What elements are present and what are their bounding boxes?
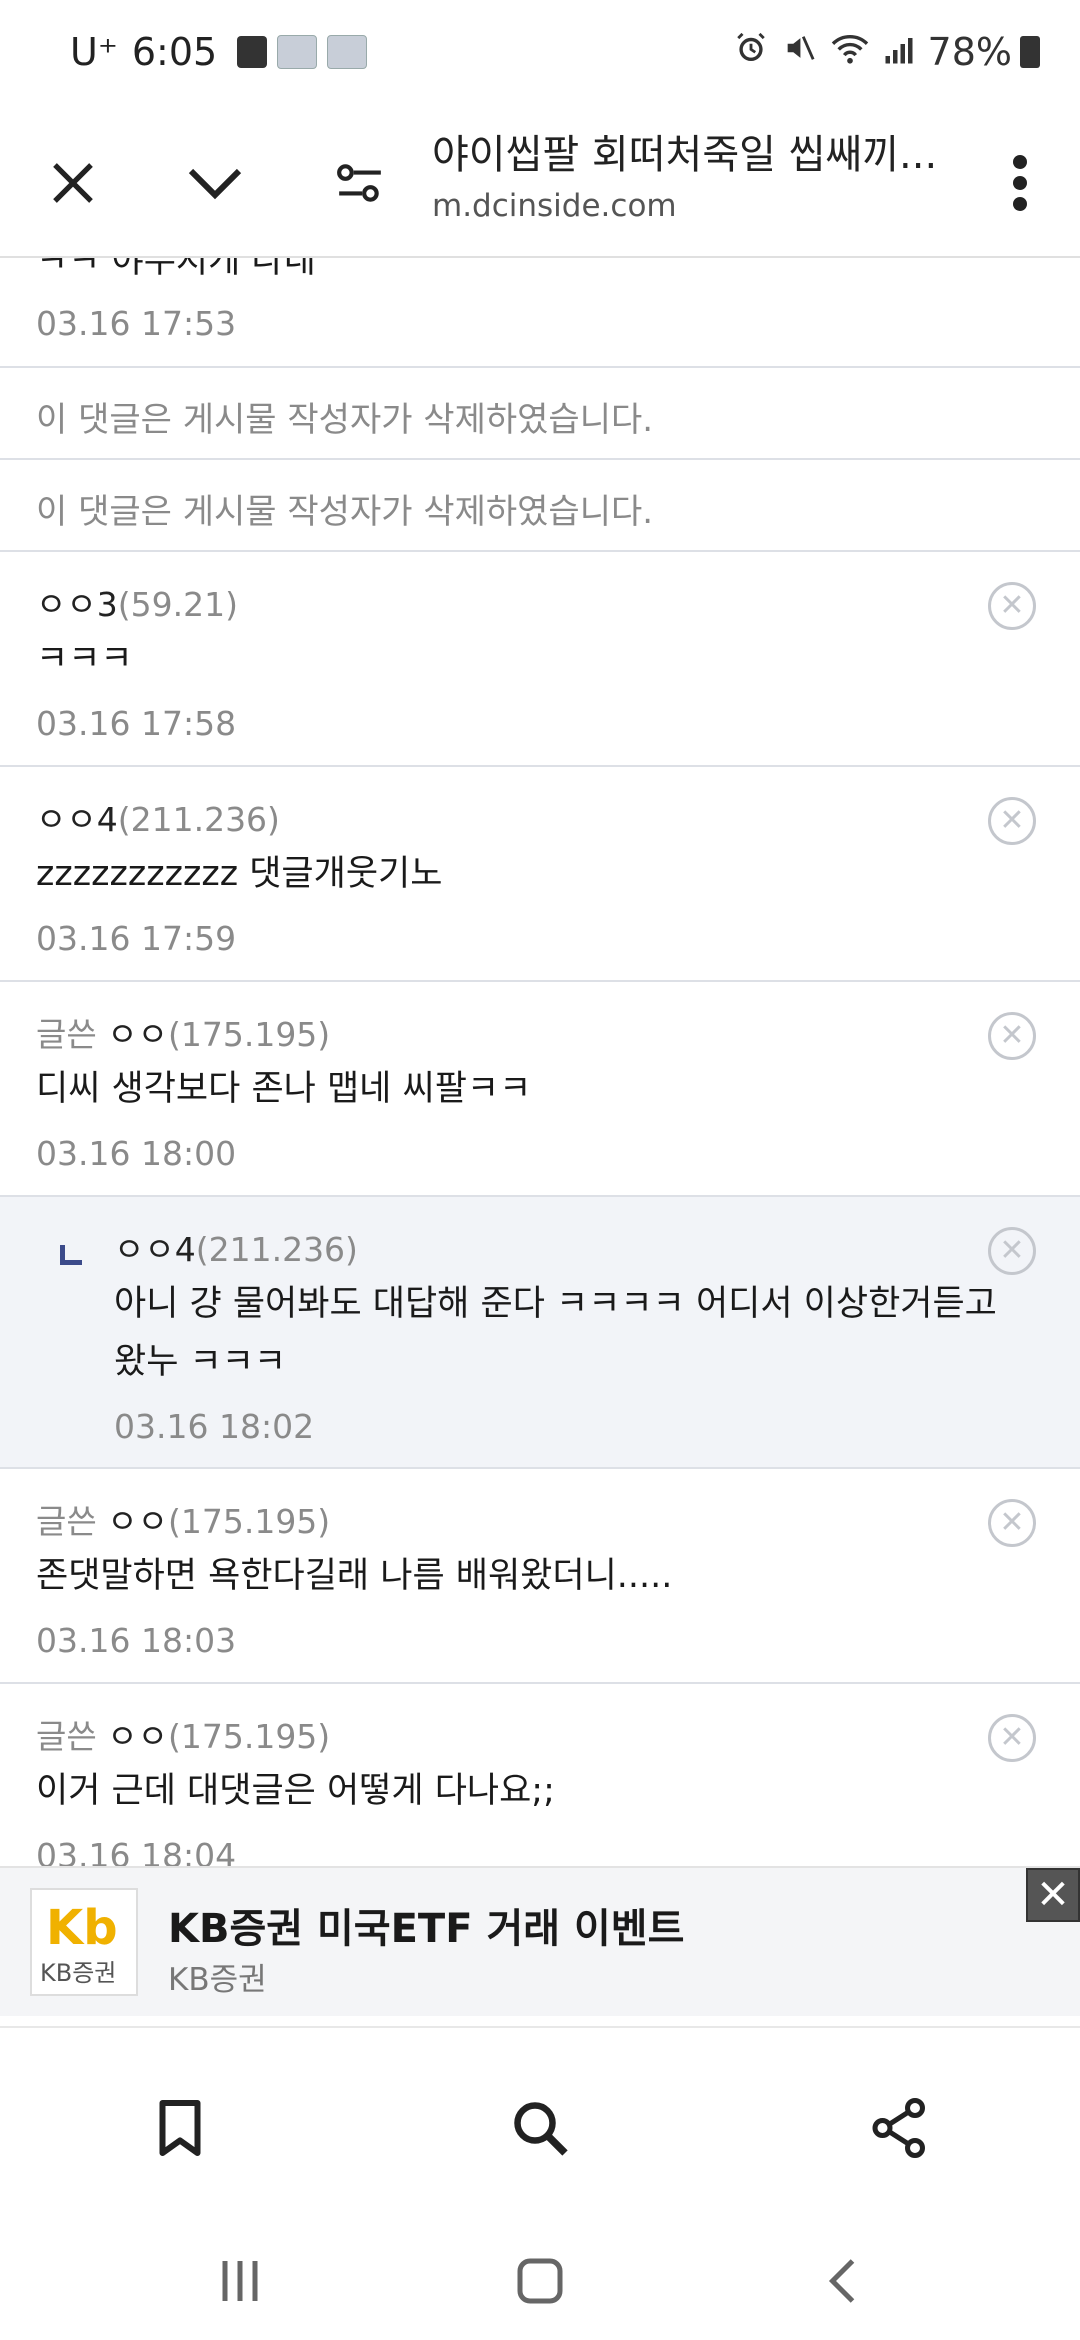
- author-ip: (59.21): [117, 585, 238, 624]
- reply-item: ㅇㅇ4(211.236) 아니 걍 물어봐도 대답해 준다 ㅋㅋㅋㅋ 어디서 이…: [0, 1197, 1080, 1469]
- comment-item: ㅇㅇ4(211.236) zzzzzzzzzzz 댓글개웃기노 03.16 17…: [0, 767, 1080, 982]
- delete-comment-icon[interactable]: ✕: [988, 582, 1036, 630]
- delete-comment-icon[interactable]: ✕: [988, 1012, 1036, 1060]
- comment-item: ㅇㅇ3(59.21) ㅋㅋㅋ 03.16 17:58 ✕: [0, 552, 1080, 767]
- delete-comment-icon[interactable]: ✕: [988, 1227, 1036, 1275]
- deleted-comment: 이 댓글은 게시물 작성자가 삭제하였습니다.: [0, 368, 1080, 460]
- author-nick[interactable]: ㅇㅇ: [107, 1015, 168, 1054]
- author-nick[interactable]: ㅇㅇ4: [36, 800, 118, 839]
- comment-text: zzzzzzzzzzz 댓글개웃기노: [36, 854, 443, 894]
- author-ip: (211.236): [117, 800, 280, 839]
- comment-item: 글쓴 ㅇㅇ(175.195) 디씨 생각보다 존나 맵네 씨팔ㅋㅋ 03.16 …: [0, 982, 1080, 1197]
- battery-icon: [1020, 36, 1040, 68]
- comment-list: ㅋㅋ 야무지게 나네 03.16 17:53 이 댓글은 게시물 작성자가 삭제…: [0, 258, 1080, 1884]
- comment-author: ㅇㅇ3(59.21): [36, 578, 238, 626]
- ad-title[interactable]: KB증권 미국ETF 거래 이벤트: [168, 1896, 684, 1954]
- comment-text: 아니 걍 물어봐도 대답해 준다 ㅋㅋㅋㅋ 어디서 이상한거듣고 왔누 ㅋㅋㅋ: [114, 1284, 997, 1382]
- ad-sponsor: KB증권: [168, 1962, 267, 1998]
- kb-logo-text: KB증권: [40, 1959, 117, 1987]
- comment-date: 03.16 18:02: [114, 1407, 315, 1446]
- page-url[interactable]: m.dcinside.com: [432, 188, 677, 224]
- car-notification-icon-2: [327, 35, 368, 69]
- deleted-comment: 이 댓글은 게시물 작성자가 삭제하였습니다.: [0, 460, 1080, 552]
- comment-author: 글쓴 ㅇㅇ(175.195): [36, 1495, 330, 1543]
- comment-author: 글쓴 ㅇㅇ(175.195): [36, 1710, 330, 1758]
- comment-text: ㅋㅋㅋ: [36, 639, 133, 679]
- page-title: 야이씹팔 회떠처죽일 씹쌔끼...: [432, 132, 938, 178]
- ad-close-icon[interactable]: ✕: [1026, 1868, 1080, 1922]
- deleted-notice: 이 댓글은 게시물 작성자가 삭제하였습니다.: [36, 400, 654, 440]
- more-vert-icon[interactable]: [975, 138, 1065, 228]
- wifi-icon: [830, 30, 870, 74]
- status-bar: U⁺ 6:05 78%: [0, 0, 1080, 110]
- comment-author: 글쓴 ㅇㅇ(175.195): [36, 1008, 330, 1056]
- delete-comment-icon[interactable]: ✕: [988, 1714, 1036, 1762]
- share-icon[interactable]: [850, 2078, 950, 2178]
- writer-badge: 글쓴: [36, 1717, 97, 1756]
- comment-date: 03.16 18:00: [36, 1134, 237, 1173]
- reply-arrow-icon: [60, 1245, 82, 1265]
- close-icon[interactable]: [28, 138, 118, 228]
- signal-icon: [884, 30, 914, 74]
- browser-header: 야이씹팔 회떠처죽일 씹쌔끼... m.dcinside.com: [0, 110, 1080, 258]
- author-ip: (175.195): [167, 1717, 331, 1756]
- battery-percent: 78%: [927, 30, 1012, 74]
- home-icon[interactable]: [495, 2246, 585, 2316]
- comment-text: 이거 근데 대댓글은 어떻게 다나요;;: [36, 1771, 555, 1811]
- comment-date: 03.16 17:58: [36, 704, 237, 743]
- status-right: 78%: [720, 30, 1040, 74]
- car-notification-icon: [277, 35, 318, 69]
- author-ip: (175.195): [167, 1015, 331, 1054]
- writer-badge: 글쓴: [36, 1502, 97, 1541]
- comment-author: ㅇㅇ4(211.236): [114, 1223, 358, 1271]
- search-icon[interactable]: [490, 2078, 590, 2178]
- author-nick[interactable]: ㅇㅇ4: [114, 1230, 196, 1269]
- bookmark-icon[interactable]: [130, 2078, 230, 2178]
- delete-comment-icon[interactable]: ✕: [988, 797, 1036, 845]
- deleted-notice: 이 댓글은 게시물 작성자가 삭제하였습니다.: [36, 492, 654, 532]
- status-left: U⁺ 6:05: [70, 30, 377, 74]
- comment-item: 글쓴 ㅇㅇ(175.195) 존댓말하면 욕한다길래 나름 배워왔더니.....…: [0, 1469, 1080, 1684]
- comment-date: 03.16 17:59: [36, 919, 237, 958]
- bottom-toolbar: [0, 2026, 1080, 2226]
- alarm-icon: [734, 30, 768, 74]
- author-nick[interactable]: ㅇㅇ: [107, 1502, 168, 1541]
- tune-icon[interactable]: [315, 138, 405, 228]
- clock: 6:05: [131, 30, 218, 74]
- recent-apps-icon[interactable]: [195, 2246, 285, 2316]
- ad-banner[interactable]: Kb KB증권 KB증권 미국ETF 거래 이벤트 KB증권 ✕: [0, 1866, 1080, 2016]
- comment-author: ㅇㅇ4(211.236): [36, 793, 280, 841]
- author-nick[interactable]: ㅇㅇ3: [36, 585, 118, 624]
- carrier-label: U⁺: [70, 30, 118, 74]
- system-nav-bar: [0, 2226, 1080, 2340]
- chevron-down-icon[interactable]: [170, 138, 260, 228]
- delete-comment-icon[interactable]: ✕: [988, 1499, 1036, 1547]
- comment-date: 03.16 17:53: [36, 304, 237, 343]
- comment-text: 존댓말하면 욕한다길래 나름 배워왔더니.....: [36, 1556, 673, 1596]
- mute-icon: [782, 30, 816, 74]
- comment-item: 글쓴 ㅇㅇ(175.195) 이거 근데 대댓글은 어떻게 다나요;; 03.1…: [0, 1684, 1080, 1884]
- comment-date: 03.16 18:03: [36, 1621, 237, 1660]
- kb-logo: Kb KB증권: [30, 1888, 138, 1996]
- author-nick[interactable]: ㅇㅇ: [107, 1717, 168, 1756]
- comment-text: 디씨 생각보다 존나 맵네 씨팔ㅋㅋ: [36, 1069, 532, 1109]
- comment-text: ㅋㅋ 야무지게 나네: [36, 258, 316, 281]
- author-ip: (175.195): [167, 1502, 331, 1541]
- kb-logo-mark: Kb: [46, 1900, 118, 1956]
- comment-item: ㅋㅋ 야무지게 나네 03.16 17:53: [0, 258, 1080, 368]
- writer-badge: 글쓴: [36, 1015, 97, 1054]
- back-icon[interactable]: [800, 2246, 890, 2316]
- author-ip: (211.236): [195, 1230, 358, 1269]
- notification-icon: [237, 36, 268, 68]
